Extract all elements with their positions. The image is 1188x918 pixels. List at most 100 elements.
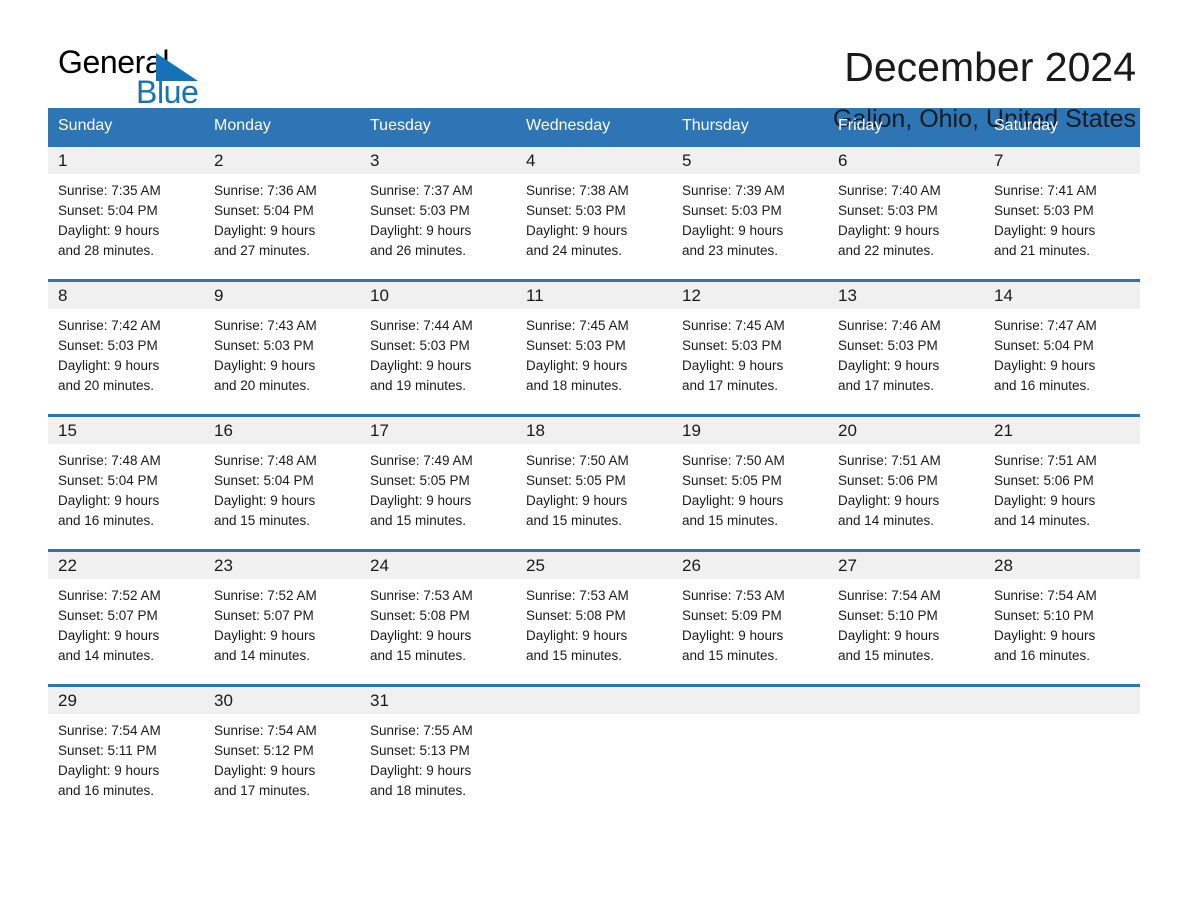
day-number: 2 bbox=[204, 147, 360, 174]
day-number: 27 bbox=[828, 552, 984, 579]
day-cell[interactable]: 24 Sunrise: 7:53 AM Sunset: 5:08 PM Dayligh… bbox=[360, 549, 516, 686]
day-cell[interactable]: 18 Sunrise: 7:50 AM Sunset: 5:05 PM Dayligh… bbox=[516, 414, 672, 551]
day-cell[interactable]: 13 Sunrise: 7:46 AM Sunset: 5:03 PM Dayligh… bbox=[828, 279, 984, 416]
day-details: Sunrise: 7:39 AM Sunset: 5:03 PM Daylight:… bbox=[672, 174, 828, 261]
daylight-text-line2: and 17 minutes. bbox=[682, 378, 779, 393]
sunrise-text: Sunrise: 7:41 AM bbox=[994, 183, 1097, 198]
sunrise-text: Sunrise: 7:49 AM bbox=[370, 453, 473, 468]
daylight-text-line1: Daylight: 9 hours bbox=[838, 358, 940, 373]
day-number: 12 bbox=[672, 282, 828, 309]
day-cell[interactable]: 29 Sunrise: 7:54 AM Sunset: 5:11 PM Dayligh… bbox=[48, 684, 204, 821]
day-details: Sunrise: 7:36 AM Sunset: 5:04 PM Daylight:… bbox=[204, 174, 360, 261]
day-details: Sunrise: 7:50 AM Sunset: 5:05 PM Daylight:… bbox=[672, 444, 828, 531]
daylight-text-line2: and 15 minutes. bbox=[682, 648, 779, 663]
sunrise-text: Sunrise: 7:46 AM bbox=[838, 318, 941, 333]
day-cell[interactable]: 21 Sunrise: 7:51 AM Sunset: 5:06 PM Dayligh… bbox=[984, 414, 1140, 551]
day-number: 8 bbox=[48, 282, 204, 309]
daylight-text-line2: and 24 minutes. bbox=[526, 243, 623, 258]
day-number: 16 bbox=[204, 417, 360, 444]
day-cell[interactable]: 31 Sunrise: 7:55 AM Sunset: 5:13 PM Dayligh… bbox=[360, 684, 516, 821]
daylight-text-line1: Daylight: 9 hours bbox=[214, 493, 316, 508]
day-details: Sunrise: 7:53 AM Sunset: 5:09 PM Daylight:… bbox=[672, 579, 828, 666]
day-details: Sunrise: 7:48 AM Sunset: 5:04 PM Daylight:… bbox=[48, 444, 204, 531]
sunrise-text: Sunrise: 7:35 AM bbox=[58, 183, 161, 198]
day-details: Sunrise: 7:42 AM Sunset: 5:03 PM Daylight:… bbox=[48, 309, 204, 396]
day-cell[interactable]: 14 Sunrise: 7:47 AM Sunset: 5:04 PM Dayligh… bbox=[984, 279, 1140, 416]
day-details: Sunrise: 7:44 AM Sunset: 5:03 PM Daylight:… bbox=[360, 309, 516, 396]
daylight-text-line1: Daylight: 9 hours bbox=[526, 493, 628, 508]
sunrise-sunset-calendar: Sunday Monday Tuesday Wednesday Thursday… bbox=[48, 108, 1140, 821]
calendar-week-row: 1 Sunrise: 7:35 AM Sunset: 5:04 PM Daylight… bbox=[48, 144, 1140, 281]
day-number: 26 bbox=[672, 552, 828, 579]
day-cell[interactable]: 9 Sunrise: 7:43 AM Sunset: 5:03 PM Daylight… bbox=[204, 279, 360, 416]
daylight-text-line2: and 18 minutes. bbox=[370, 783, 467, 798]
sunset-text: Sunset: 5:10 PM bbox=[838, 608, 938, 623]
day-cell[interactable]: 8 Sunrise: 7:42 AM Sunset: 5:03 PM Daylight… bbox=[48, 279, 204, 416]
daylight-text-line2: and 17 minutes. bbox=[214, 783, 311, 798]
day-details: Sunrise: 7:52 AM Sunset: 5:07 PM Daylight:… bbox=[204, 579, 360, 666]
day-cell[interactable]: 25 Sunrise: 7:53 AM Sunset: 5:08 PM Dayligh… bbox=[516, 549, 672, 686]
day-cell[interactable]: 3 Sunrise: 7:37 AM Sunset: 5:03 PM Daylight… bbox=[360, 144, 516, 281]
sunset-text: Sunset: 5:03 PM bbox=[838, 338, 938, 353]
sunset-text: Sunset: 5:03 PM bbox=[682, 338, 782, 353]
sunset-text: Sunset: 5:03 PM bbox=[370, 338, 470, 353]
sunrise-text: Sunrise: 7:53 AM bbox=[682, 588, 785, 603]
day-cell[interactable]: 10 Sunrise: 7:44 AM Sunset: 5:03 PM Dayligh… bbox=[360, 279, 516, 416]
day-cell[interactable]: 22 Sunrise: 7:52 AM Sunset: 5:07 PM Dayligh… bbox=[48, 549, 204, 686]
day-cell[interactable]: 6 Sunrise: 7:40 AM Sunset: 5:03 PM Daylight… bbox=[828, 144, 984, 281]
day-cell[interactable]: 2 Sunrise: 7:36 AM Sunset: 5:04 PM Daylight… bbox=[204, 144, 360, 281]
sunrise-text: Sunrise: 7:53 AM bbox=[526, 588, 629, 603]
daylight-text-line2: and 16 minutes. bbox=[994, 648, 1091, 663]
day-cell[interactable]: 15 Sunrise: 7:48 AM Sunset: 5:04 PM Dayligh… bbox=[48, 414, 204, 551]
sunset-text: Sunset: 5:04 PM bbox=[58, 203, 158, 218]
day-number: 22 bbox=[48, 552, 204, 579]
day-cell[interactable]: 12 Sunrise: 7:45 AM Sunset: 5:03 PM Dayligh… bbox=[672, 279, 828, 416]
day-number: 11 bbox=[516, 282, 672, 309]
daylight-text-line2: and 18 minutes. bbox=[526, 378, 623, 393]
sunset-text: Sunset: 5:03 PM bbox=[526, 203, 626, 218]
daylight-text-line2: and 26 minutes. bbox=[370, 243, 467, 258]
day-cell[interactable]: 20 Sunrise: 7:51 AM Sunset: 5:06 PM Dayligh… bbox=[828, 414, 984, 551]
day-number: 4 bbox=[516, 147, 672, 174]
day-details: Sunrise: 7:54 AM Sunset: 5:12 PM Daylight:… bbox=[204, 714, 360, 801]
day-cell[interactable]: 28 Sunrise: 7:54 AM Sunset: 5:10 PM Dayligh… bbox=[984, 549, 1140, 686]
day-cell[interactable]: 16 Sunrise: 7:48 AM Sunset: 5:04 PM Dayligh… bbox=[204, 414, 360, 551]
day-cell[interactable]: 11 Sunrise: 7:45 AM Sunset: 5:03 PM Dayligh… bbox=[516, 279, 672, 416]
day-cell-empty bbox=[828, 684, 984, 821]
daylight-text-line1: Daylight: 9 hours bbox=[994, 223, 1096, 238]
day-number: 13 bbox=[828, 282, 984, 309]
daylight-text-line1: Daylight: 9 hours bbox=[58, 358, 160, 373]
weekday-header-monday: Monday bbox=[204, 108, 360, 146]
sunrise-text: Sunrise: 7:37 AM bbox=[370, 183, 473, 198]
day-details: Sunrise: 7:54 AM Sunset: 5:11 PM Daylight:… bbox=[48, 714, 204, 801]
day-number: 29 bbox=[48, 687, 204, 714]
daylight-text-line2: and 23 minutes. bbox=[682, 243, 779, 258]
day-cell[interactable]: 4 Sunrise: 7:38 AM Sunset: 5:03 PM Daylight… bbox=[516, 144, 672, 281]
day-cell[interactable]: 26 Sunrise: 7:53 AM Sunset: 5:09 PM Dayligh… bbox=[672, 549, 828, 686]
day-cell[interactable]: 5 Sunrise: 7:39 AM Sunset: 5:03 PM Daylight… bbox=[672, 144, 828, 281]
sunset-text: Sunset: 5:03 PM bbox=[526, 338, 626, 353]
day-cell[interactable]: 19 Sunrise: 7:50 AM Sunset: 5:05 PM Dayligh… bbox=[672, 414, 828, 551]
sunrise-text: Sunrise: 7:54 AM bbox=[994, 588, 1097, 603]
sunrise-text: Sunrise: 7:50 AM bbox=[682, 453, 785, 468]
sunrise-text: Sunrise: 7:54 AM bbox=[838, 588, 941, 603]
page-header: General Blue December 2024 Galion, Ohio,… bbox=[48, 0, 1140, 133]
day-details: Sunrise: 7:45 AM Sunset: 5:03 PM Daylight:… bbox=[672, 309, 828, 396]
daylight-text-line1: Daylight: 9 hours bbox=[58, 493, 160, 508]
day-cell[interactable]: 27 Sunrise: 7:54 AM Sunset: 5:10 PM Dayligh… bbox=[828, 549, 984, 686]
day-cell[interactable]: 23 Sunrise: 7:52 AM Sunset: 5:07 PM Dayligh… bbox=[204, 549, 360, 686]
day-cell[interactable]: 30 Sunrise: 7:54 AM Sunset: 5:12 PM Dayligh… bbox=[204, 684, 360, 821]
sunset-text: Sunset: 5:03 PM bbox=[994, 203, 1094, 218]
day-number: 15 bbox=[48, 417, 204, 444]
sunset-text: Sunset: 5:06 PM bbox=[994, 473, 1094, 488]
sunrise-text: Sunrise: 7:51 AM bbox=[838, 453, 941, 468]
day-cell[interactable]: 1 Sunrise: 7:35 AM Sunset: 5:04 PM Daylight… bbox=[48, 144, 204, 281]
day-number: 17 bbox=[360, 417, 516, 444]
day-number bbox=[828, 687, 984, 714]
sunrise-text: Sunrise: 7:45 AM bbox=[682, 318, 785, 333]
calendar-page: General Blue December 2024 Galion, Ohio,… bbox=[0, 0, 1188, 918]
day-cell-empty bbox=[984, 684, 1140, 821]
day-cell[interactable]: 17 Sunrise: 7:49 AM Sunset: 5:05 PM Dayligh… bbox=[360, 414, 516, 551]
day-cell[interactable]: 7 Sunrise: 7:41 AM Sunset: 5:03 PM Daylight… bbox=[984, 144, 1140, 281]
daylight-text-line2: and 27 minutes. bbox=[214, 243, 311, 258]
